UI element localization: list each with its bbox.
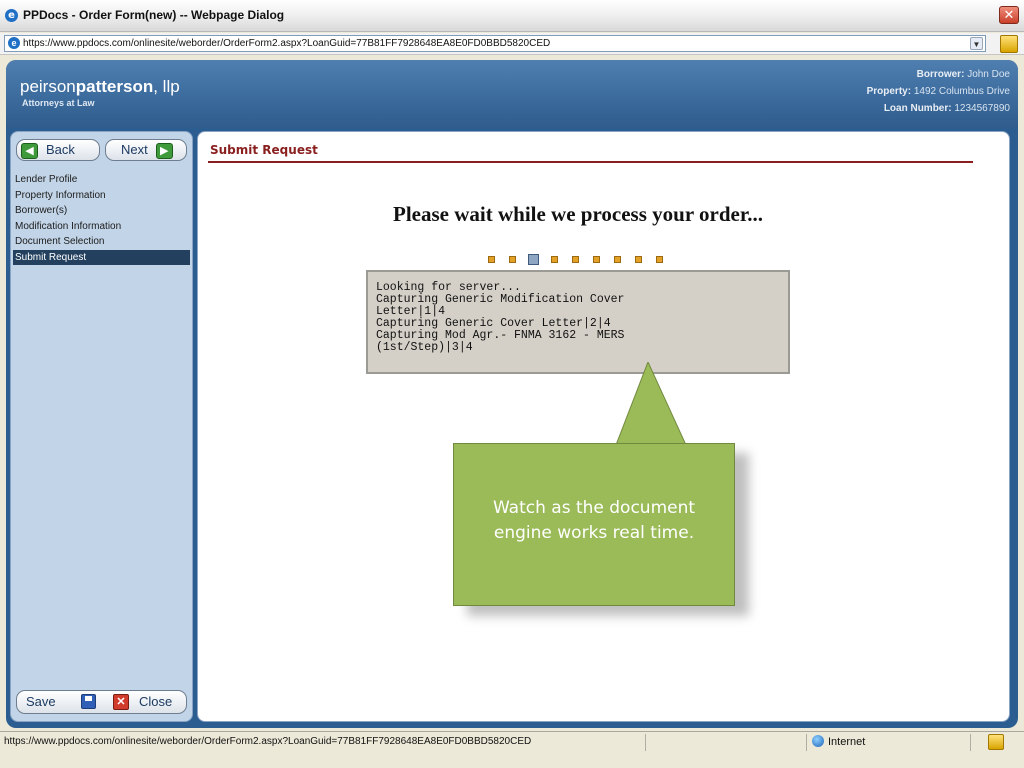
floppy-disk-icon[interactable] <box>81 694 96 709</box>
window-title: PPDocs - Order Form(new) -- Webpage Dial… <box>23 8 285 22</box>
address-bar: e https://www.ppdocs.com/onlinesite/webo… <box>0 33 1024 55</box>
wait-message: Please wait while we process your order.… <box>393 202 763 226</box>
address-url: https://www.ppdocs.com/onlinesite/webord… <box>23 38 551 49</box>
loan-info: Borrower: John Doe Property: 1492 Columb… <box>867 66 1010 117</box>
progress-dot-current <box>528 254 539 265</box>
sidebar-item[interactable]: Modification Information <box>13 219 190 235</box>
company-logo[interactable]: peirsonpatterson, llp <box>20 77 180 97</box>
address-field[interactable]: e https://www.ppdocs.com/onlinesite/webo… <box>4 35 986 52</box>
back-arrow-icon: ◀ <box>21 142 38 159</box>
status-lock-icon[interactable] <box>988 734 1004 750</box>
progress-dot <box>488 256 495 263</box>
section-title: Submit Request <box>210 143 318 157</box>
sidebar-item[interactable]: Document Selection <box>13 234 190 250</box>
progress-dot <box>635 256 642 263</box>
page-header: peirsonpatterson, llp Attorneys at Law B… <box>6 60 1018 128</box>
logo-subtitle: Attorneys at Law <box>22 98 95 108</box>
progress-dot <box>593 256 600 263</box>
loan-number-value: 1234567890 <box>954 103 1010 114</box>
progress-dot <box>551 256 558 263</box>
progress-dot <box>572 256 579 263</box>
save-button[interactable]: Save <box>26 691 56 713</box>
borrower-value: John Doe <box>967 69 1010 80</box>
back-button[interactable]: ◀ Back <box>16 139 100 161</box>
status-divider <box>645 734 646 751</box>
status-divider <box>970 734 971 751</box>
sidebar-item[interactable]: Submit Request <box>13 249 190 265</box>
loan-number-label: Loan Number: <box>883 103 952 114</box>
close-button[interactable]: Close <box>139 691 172 713</box>
sidebar-item[interactable]: Property Information <box>13 188 190 204</box>
process-log: Looking for server... Capturing Generic … <box>366 270 790 374</box>
status-bar: https://www.ppdocs.com/onlinesite/webord… <box>0 731 1024 768</box>
security-zone[interactable]: Internet <box>812 735 865 748</box>
progress-dot <box>509 256 516 263</box>
callout-box: Watch as the document engine works real … <box>453 443 735 606</box>
close-x-icon[interactable]: ✕ <box>113 694 129 710</box>
address-dropdown-icon[interactable]: ▼ <box>970 37 983 50</box>
callout-pointer <box>615 362 687 445</box>
next-arrow-icon: ▶ <box>155 142 173 159</box>
page-icon: e <box>8 37 20 49</box>
next-button[interactable]: Next ▶ <box>105 139 187 161</box>
sidebar: ◀ Back Next ▶ Lender Profile Property Infor… <box>10 131 193 722</box>
status-url: https://www.ppdocs.com/onlinesite/webord… <box>4 736 532 747</box>
save-close-bar: Save ✕ Close <box>16 690 187 714</box>
section-divider <box>208 161 973 163</box>
progress-dot <box>656 256 663 263</box>
globe-icon <box>812 735 824 747</box>
window-close-button[interactable]: ✕ <box>999 6 1019 24</box>
main-content: Submit Request Please wait while we proc… <box>197 131 1010 722</box>
property-label: Property: <box>866 86 912 97</box>
sidebar-item[interactable]: Lender Profile <box>13 172 190 188</box>
borrower-label: Borrower: <box>916 69 965 80</box>
status-divider <box>806 734 807 751</box>
security-lock-icon[interactable] <box>1000 35 1018 53</box>
window-title-bar: e PPDocs - Order Form(new) -- Webpage Di… <box>0 0 1024 32</box>
property-value: 1492 Columbus Drive <box>913 86 1010 97</box>
progress-dot <box>614 256 621 263</box>
callout-text: Watch as the document engine works real … <box>492 498 696 543</box>
internet-explorer-icon: e <box>5 9 18 22</box>
sidebar-item[interactable]: Borrower(s) <box>13 203 190 219</box>
step-list: Lender Profile Property Information Borrow… <box>13 172 190 265</box>
